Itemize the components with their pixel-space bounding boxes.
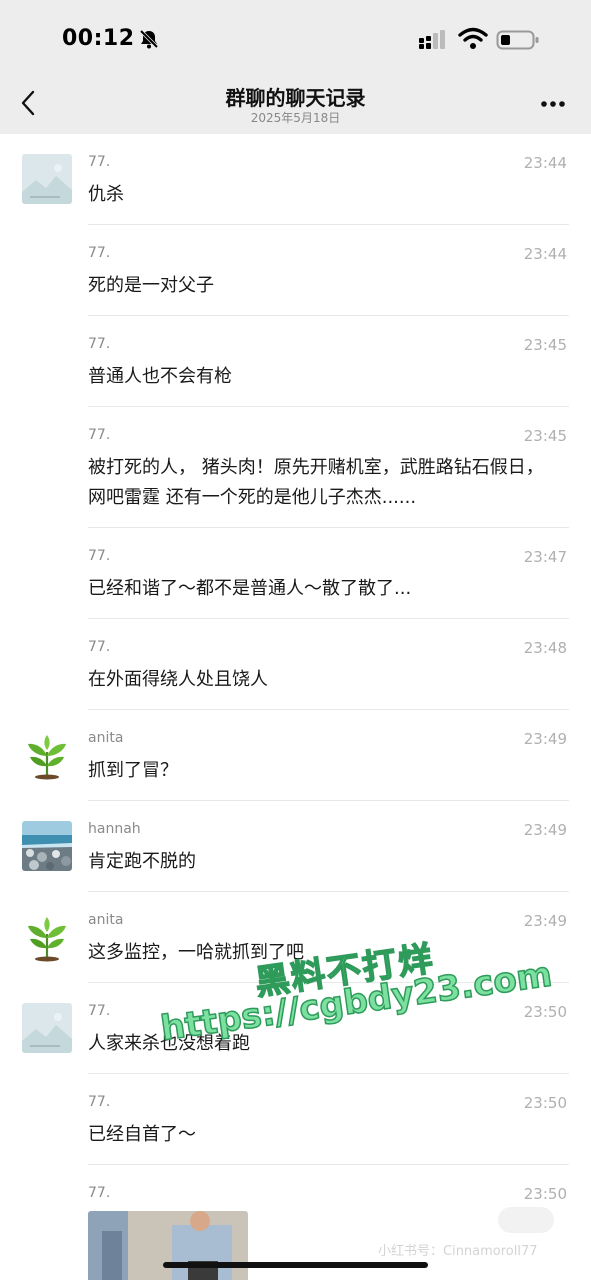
- status-bar: 00:12: [0, 0, 591, 72]
- message-time: 23:44: [523, 154, 567, 172]
- message-text: 被打死的人， 猪头肉！原先开赌机室，武胜路钻石假日，网吧雷霆 还有一个死的是他儿…: [88, 457, 544, 508]
- placeholder-image-icon: [22, 154, 72, 204]
- sender-name: 77.: [88, 427, 111, 443]
- sender-name: anita: [88, 730, 124, 746]
- message-text: 在外面得绕人处且饶人: [88, 669, 268, 690]
- message-text: 死的是一对父子: [88, 275, 214, 296]
- photo-thumbnail[interactable]: [88, 1211, 248, 1280]
- message-item[interactable]: 77. 23:47 已经和谐了～都不是普通人～散了散了...: [0, 528, 591, 619]
- avatar[interactable]: [22, 154, 72, 204]
- chat-date: 2025年5月18日: [250, 111, 341, 125]
- message-text: 抓到了冒？: [88, 760, 178, 781]
- avatar[interactable]: [22, 730, 72, 780]
- message-text: 已经自首了～: [88, 1124, 196, 1145]
- status-time: 00:12: [62, 26, 135, 51]
- message-time: 23:44: [523, 245, 567, 263]
- message-text: 这多监控，一哈就抓到了吧: [88, 942, 304, 963]
- message-time: 23:48: [523, 639, 567, 657]
- message-text: 肯定跑不脱的: [88, 851, 196, 872]
- message-time: 23:45: [523, 336, 567, 354]
- message-item[interactable]: 77. 23:45 被打死的人， 猪头肉！原先开赌机室，武胜路钻石假日，网吧雷霆…: [0, 407, 591, 528]
- message-time: 23:49: [523, 912, 567, 930]
- avatar[interactable]: [22, 821, 72, 871]
- landscape-avatar-icon: [22, 821, 72, 871]
- floating-button[interactable]: [498, 1207, 554, 1233]
- message-time: 23:50: [523, 1094, 567, 1112]
- message-item[interactable]: 77. 23:45 普通人也不会有枪: [0, 316, 591, 407]
- message-time: 23:50: [523, 1003, 567, 1021]
- sender-name: 77.: [88, 1094, 111, 1110]
- message-item[interactable]: anita 23:49 抓到了冒？: [0, 710, 591, 801]
- sender-name: hannah: [88, 821, 141, 837]
- message-time: 23:49: [523, 730, 567, 748]
- nav-header: 群聊的聊天记录 2025年5月18日: [0, 72, 591, 134]
- message-item[interactable]: 77. 23:44 仇杀: [0, 134, 591, 225]
- message-item[interactable]: anita 23:49 这多监控，一哈就抓到了吧: [0, 892, 591, 983]
- message-text: 普通人也不会有枪: [88, 366, 232, 387]
- sender-name: 77.: [88, 548, 111, 564]
- sender-name: 77.: [88, 245, 111, 261]
- message-item[interactable]: 77. 23:50 人家来杀也没想着跑: [0, 983, 591, 1074]
- photo-image: [88, 1211, 248, 1280]
- plant-avatar-icon: [22, 912, 72, 962]
- message-item[interactable]: 77. 23:44 死的是一对父子: [0, 225, 591, 316]
- message-time: 23:49: [523, 821, 567, 839]
- sender-name: anita: [88, 912, 124, 928]
- sender-name: 77.: [88, 1185, 111, 1201]
- bell-slash-icon: [139, 29, 159, 49]
- sender-name: 77.: [88, 1003, 111, 1019]
- sender-name: 77.: [88, 154, 111, 170]
- message-time: 23:47: [523, 548, 567, 566]
- message-text: 人家来杀也没想着跑: [88, 1033, 250, 1054]
- message-text: 仇杀: [88, 184, 124, 205]
- message-item[interactable]: 77. 23:50 已经自首了～: [0, 1074, 591, 1165]
- more-dots-icon[interactable]: [538, 92, 568, 116]
- avatar[interactable]: [22, 912, 72, 962]
- sender-name: 77.: [88, 336, 111, 352]
- placeholder-image-icon: [22, 1003, 72, 1053]
- message-item[interactable]: hannah 23:49 肯定跑不脱的: [0, 801, 591, 892]
- wifi-icon: [458, 27, 488, 49]
- home-indicator[interactable]: [163, 1262, 428, 1268]
- message-time: 23:45: [523, 427, 567, 445]
- avatar[interactable]: [22, 1003, 72, 1053]
- message-time: 23:50: [523, 1185, 567, 1203]
- message-item[interactable]: 77. 23:48 在外面得绕人处且饶人: [0, 619, 591, 710]
- battery-low-icon: [496, 30, 539, 50]
- page-title: 群聊的聊天记录: [225, 86, 366, 110]
- source-tag: 小红书号：Cinnamoroll77: [378, 1244, 538, 1259]
- message-text: 已经和谐了～都不是普通人～散了散了...: [88, 578, 412, 599]
- sender-name: 77.: [88, 639, 111, 655]
- plant-avatar-icon: [22, 730, 72, 780]
- signal-icon: [419, 30, 445, 49]
